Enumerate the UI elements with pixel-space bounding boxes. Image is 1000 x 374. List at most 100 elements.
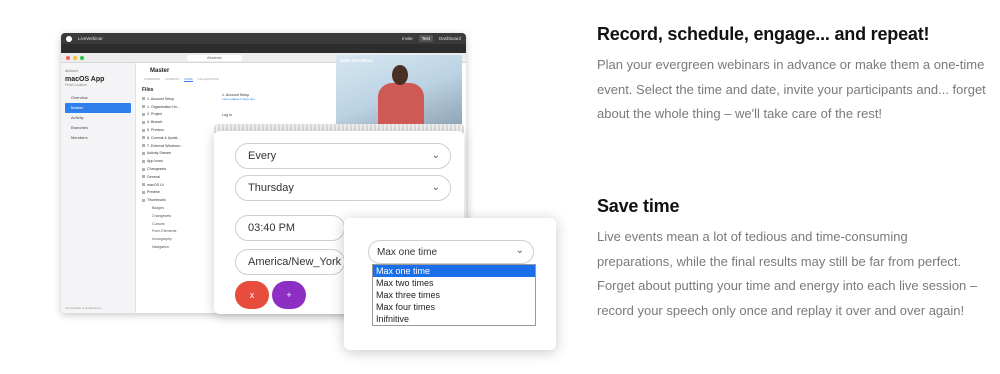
- day-value: Thursday: [248, 182, 294, 194]
- list-item[interactable]: Cursors: [142, 220, 214, 228]
- list-item[interactable]: 1. Account Setup: [142, 95, 214, 103]
- list-item[interactable]: 7. External Windows...: [142, 142, 214, 150]
- list-item[interactable]: 5. Preview: [142, 126, 214, 134]
- list-item[interactable]: Changesets: [142, 212, 214, 220]
- detail-item-title-2[interactable]: Log In: [222, 113, 322, 117]
- sidebar-item-label: Overview: [71, 95, 88, 100]
- invite-button[interactable]: Invite: [402, 36, 413, 41]
- participant-image: [376, 65, 426, 133]
- file-icon: [142, 97, 145, 101]
- browser-tabbar: [61, 44, 466, 53]
- file-label: Form Elements: [152, 229, 177, 234]
- sidebar-item-label: Activity: [71, 115, 84, 120]
- time-value: 03:40 PM: [248, 222, 296, 234]
- list-item[interactable]: macOS UI: [142, 181, 214, 189]
- list-item[interactable]: 2. Project: [142, 111, 214, 119]
- timezone-select[interactable]: America/New_York: [235, 249, 345, 275]
- sidebar-item-label: Branches: [71, 125, 88, 130]
- section-heading-save-time: Save time: [597, 196, 680, 216]
- feature-text: Record, schedule, engage... and repeat! …: [597, 24, 987, 318]
- file-label: 2. Project: [147, 112, 163, 117]
- list-item[interactable]: General: [142, 173, 214, 181]
- file-icon: [142, 112, 145, 116]
- close-dot-icon[interactable]: [66, 55, 70, 60]
- file-label: Navigation: [152, 245, 169, 250]
- option-infinitive[interactable]: Inifnitive: [373, 313, 535, 325]
- frequency-value: Max one time: [377, 246, 438, 258]
- section-paragraph-record: Plan your evergreen webinars in advance …: [597, 57, 986, 121]
- file-label: Cursors: [152, 221, 165, 226]
- list-item[interactable]: Iconography: [142, 235, 214, 243]
- frequency-card: Max one time ⌄ Max one time Max two time…: [344, 218, 556, 350]
- file-icon: [142, 120, 145, 124]
- file-label: Thumbnails: [147, 198, 166, 203]
- day-select[interactable]: Thursday ⌄: [235, 175, 451, 201]
- list-item[interactable]: App Icons: [142, 157, 214, 165]
- sidebar-item-members[interactable]: Members: [65, 133, 131, 143]
- detail-item-updated: Last updated 2 days ago: [222, 97, 255, 101]
- frequency-select[interactable]: Max one time ⌄: [368, 240, 534, 264]
- sidebar-footer: Final Details & Notifications: [65, 306, 102, 310]
- tab-commits[interactable]: COMMITS: [165, 77, 179, 82]
- file-label: Changesets: [152, 213, 172, 218]
- list-item[interactable]: Activity Stream: [142, 150, 214, 158]
- frequency-options: Max one time Max two times Max three tim…: [372, 264, 536, 326]
- file-list: 1. Account Setup 1. Organization Ho... 2…: [142, 95, 214, 251]
- file-label: 7. External Windows...: [147, 143, 183, 148]
- file-icon: [142, 105, 145, 109]
- maximize-dot-icon[interactable]: [80, 55, 84, 60]
- file-label: 4. Branch: [147, 120, 163, 125]
- test-button[interactable]: Test: [418, 35, 433, 42]
- repeat-value: Every: [248, 150, 277, 162]
- list-item[interactable]: Navigation: [142, 243, 214, 251]
- file-icon: [142, 190, 145, 194]
- file-icon: [142, 167, 145, 171]
- tab-collections[interactable]: COLLECTIONS: [198, 77, 219, 82]
- option-max-four-times[interactable]: Max four times: [373, 301, 535, 313]
- list-item[interactable]: 4. Branch: [142, 118, 214, 126]
- file-icon: [142, 128, 145, 132]
- app-topbar: LiveWebinar Invite Test Dashboard: [61, 33, 466, 44]
- sidebar-item-branches[interactable]: Branches: [65, 123, 131, 133]
- file-label: Badges: [152, 206, 165, 211]
- tab-files[interactable]: FILES: [184, 77, 193, 82]
- list-item[interactable]: Thumbnails: [142, 196, 214, 204]
- file-label: Activity Stream: [147, 151, 171, 156]
- chevron-down-icon: ⌄: [431, 182, 440, 193]
- file-icon: [142, 183, 145, 187]
- minimize-dot-icon[interactable]: [73, 55, 77, 60]
- list-item[interactable]: Form Elements: [142, 228, 214, 236]
- timezone-value: America/New_York: [248, 256, 342, 268]
- tab-overview[interactable]: OVERVIEW: [144, 77, 160, 82]
- dashboard-button[interactable]: Dashboard: [439, 36, 461, 41]
- section-heading-record: Record, schedule, engage... and repeat!: [597, 24, 930, 44]
- file-label: 5. Preview: [147, 128, 164, 133]
- time-input[interactable]: 03:40 PM: [235, 215, 345, 241]
- sidebar-item-activity[interactable]: Activity: [65, 113, 131, 123]
- list-item[interactable]: 6. Commit & Updat...: [142, 134, 214, 142]
- file-label: General: [147, 174, 160, 179]
- repeat-select[interactable]: Every ⌄: [235, 143, 451, 169]
- url-field[interactable]: Abstract: [187, 54, 242, 61]
- sidebar-item-overview[interactable]: Overview: [65, 93, 131, 103]
- option-max-three-times[interactable]: Max three times: [373, 289, 535, 301]
- project-name[interactable]: macOS App: [65, 76, 131, 83]
- sidebar: Abstract macOS App Final Location Overvi…: [61, 63, 136, 313]
- brand-name: LiveWebinar: [78, 36, 103, 41]
- option-max-two-times[interactable]: Max two times: [373, 277, 535, 289]
- option-max-one-time[interactable]: Max one time: [373, 265, 535, 277]
- add-button[interactable]: +: [272, 281, 306, 309]
- detail-pane: 1. Account Setup Last updated 2 days ago…: [222, 93, 322, 117]
- file-icon: [142, 151, 145, 155]
- file-icon: [142, 159, 145, 163]
- file-icon: [142, 175, 145, 179]
- list-item[interactable]: Preview: [142, 189, 214, 197]
- list-item[interactable]: Changesets: [142, 165, 214, 173]
- sidebar-item-master[interactable]: Master: [65, 103, 131, 113]
- list-item[interactable]: 1. Organization Ho...: [142, 103, 214, 111]
- list-item[interactable]: Badges: [142, 204, 214, 212]
- remove-button[interactable]: x: [235, 281, 269, 309]
- file-label: App Icons: [147, 159, 163, 164]
- section-paragraph-save-time: Live events mean a lot of tedious and ti…: [597, 229, 978, 318]
- sidebar-item-label: Members: [71, 135, 88, 140]
